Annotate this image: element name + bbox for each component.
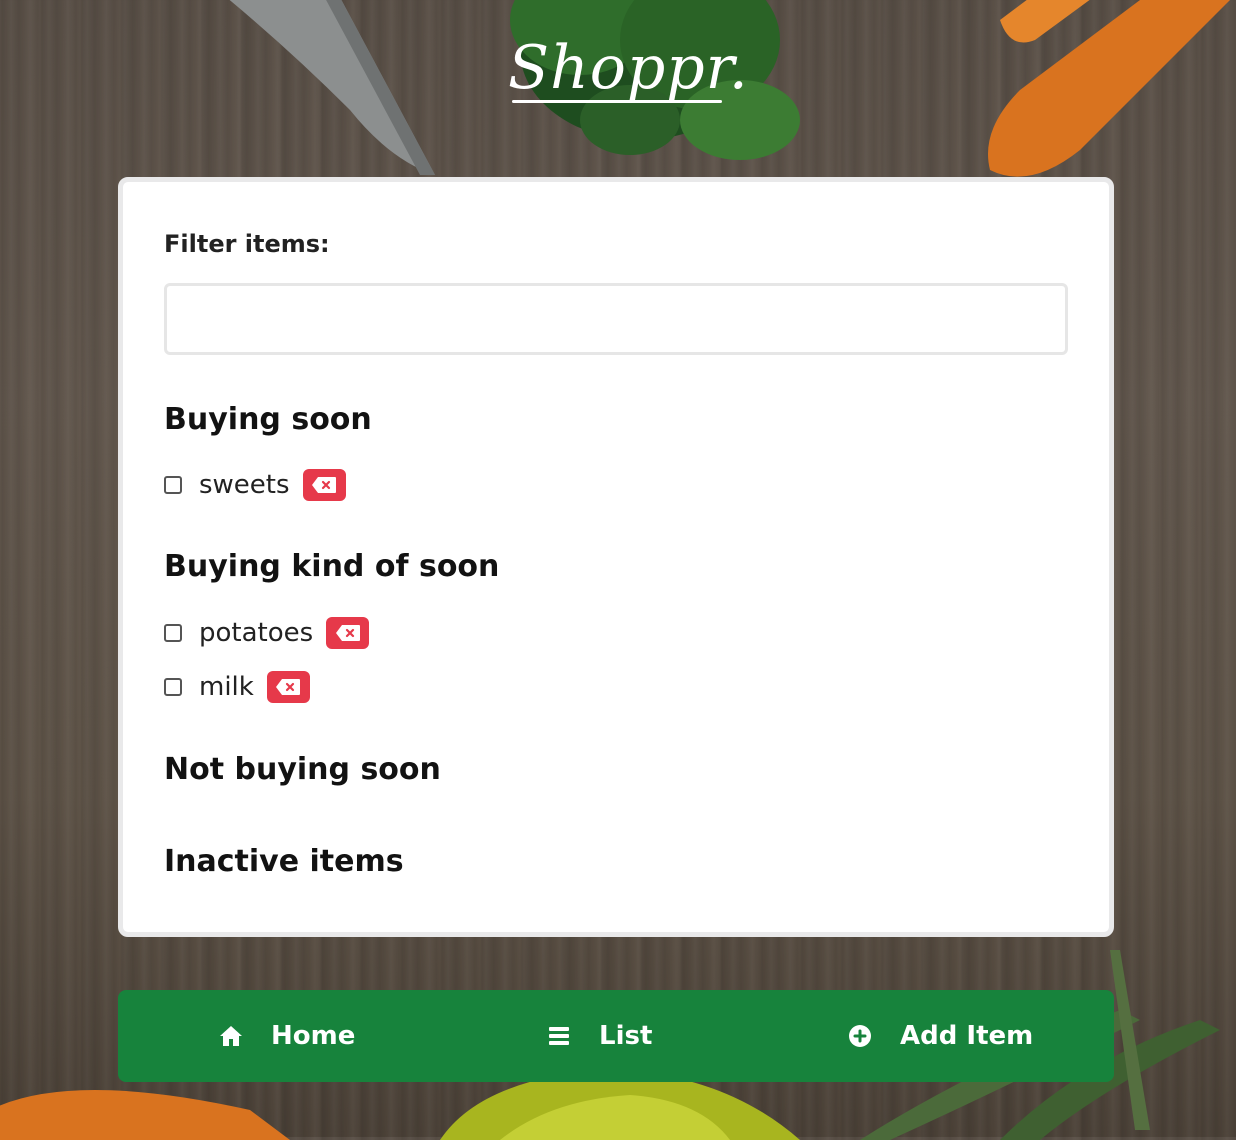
section-title-not-buying-soon: Not buying soon xyxy=(164,752,441,787)
list-item: sweets xyxy=(164,465,346,505)
item-checkbox[interactable] xyxy=(164,476,182,494)
knife-blade-decoration xyxy=(229,0,435,175)
nav-list-label: List xyxy=(599,1021,653,1051)
backspace-icon xyxy=(335,625,360,641)
logo-underline xyxy=(512,100,722,103)
list-icon xyxy=(546,1023,572,1049)
shopping-list-card: Filter items: Buying soon sweets Buying … xyxy=(118,177,1114,937)
item-label: milk xyxy=(199,672,254,702)
backspace-icon xyxy=(276,679,301,695)
nav-add-item[interactable]: Add Item xyxy=(847,990,1033,1082)
app-logo[interactable]: Shoppr. xyxy=(508,28,748,118)
carrots-decoration xyxy=(988,0,1230,177)
list-item: potatoes xyxy=(164,613,370,653)
delete-item-button[interactable] xyxy=(266,671,310,703)
nav-home-label: Home xyxy=(271,1021,356,1051)
backspace-icon xyxy=(312,477,337,493)
section-title-buying-kind-of-soon: Buying kind of soon xyxy=(164,549,500,584)
delete-item-button[interactable] xyxy=(326,617,370,649)
filter-input[interactable] xyxy=(164,283,1068,355)
section-title-inactive-items: Inactive items xyxy=(164,844,404,879)
filter-label: Filter items: xyxy=(164,230,330,258)
nav-add-item-label: Add Item xyxy=(900,1021,1034,1051)
item-label: sweets xyxy=(199,470,290,500)
item-checkbox[interactable] xyxy=(164,624,182,642)
bottom-navigation: Home List Add Item xyxy=(118,990,1114,1082)
home-icon xyxy=(218,1023,244,1049)
delete-item-button[interactable] xyxy=(302,469,346,501)
section-title-buying-soon: Buying soon xyxy=(164,402,372,437)
list-item: milk xyxy=(164,667,310,707)
item-checkbox[interactable] xyxy=(164,678,182,696)
plus-circle-icon xyxy=(847,1023,873,1049)
nav-list[interactable]: List xyxy=(546,990,652,1082)
nav-home[interactable]: Home xyxy=(218,990,355,1082)
item-label: potatoes xyxy=(199,618,314,648)
